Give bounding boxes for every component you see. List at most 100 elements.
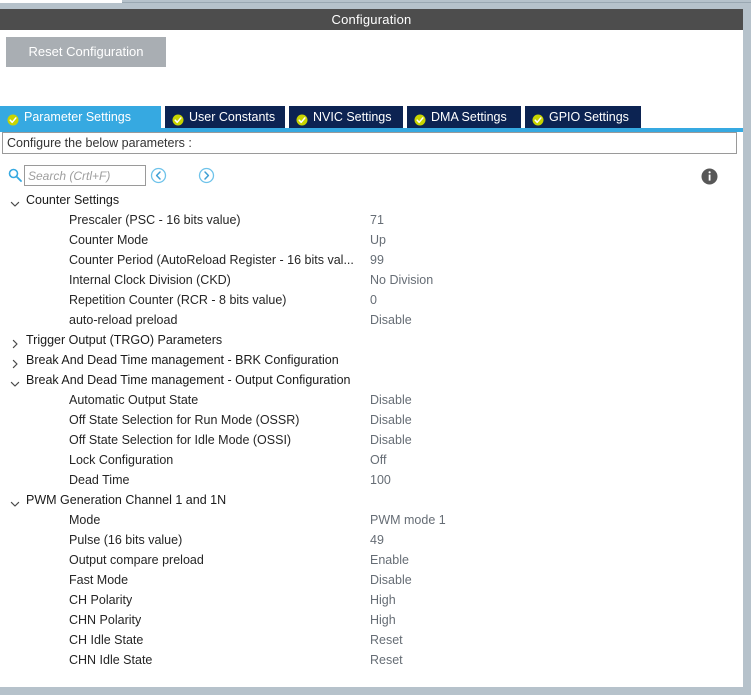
- chevron-right-icon[interactable]: [10, 355, 20, 369]
- tab-label: User Constants: [189, 110, 276, 124]
- parameter-label: Internal Clock Division (CKD): [69, 273, 231, 287]
- parameter-row[interactable]: Internal Clock Division (CKD) No Division: [0, 270, 743, 290]
- check-circle-icon: [414, 111, 426, 126]
- top-strip-divider: [122, 2, 751, 3]
- parameter-value[interactable]: 99: [370, 250, 384, 270]
- parameter-label: Off State Selection for Run Mode (OSSR): [69, 413, 300, 427]
- tree-group-label: Break And Dead Time management - BRK Con…: [26, 353, 339, 367]
- tab-label: DMA Settings: [431, 110, 507, 124]
- tab-label: NVIC Settings: [313, 110, 392, 124]
- window-bottom-border: [0, 687, 751, 695]
- parameter-value[interactable]: 0: [370, 290, 377, 310]
- parameter-tree: Counter Settings Prescaler (PSC - 16 bits…: [0, 190, 743, 690]
- parameter-value[interactable]: Off: [370, 450, 386, 470]
- check-circle-icon: [7, 111, 19, 126]
- parameter-value[interactable]: 71: [370, 210, 384, 230]
- parameter-value[interactable]: PWM mode 1: [370, 510, 446, 530]
- tree-group-label: PWM Generation Channel 1 and 1N: [26, 493, 227, 507]
- window-title: Configuration: [0, 9, 743, 30]
- tab-label: Parameter Settings: [24, 110, 131, 124]
- parameter-value[interactable]: Up: [370, 230, 386, 250]
- parameter-row[interactable]: CHN Polarity High: [0, 610, 743, 630]
- check-circle-icon: [532, 111, 544, 126]
- parameter-label: Prescaler (PSC - 16 bits value): [69, 213, 241, 227]
- window-right-border: [743, 9, 751, 695]
- parameter-value[interactable]: Disable: [370, 310, 412, 330]
- tab-user-constants[interactable]: User Constants: [165, 106, 287, 128]
- check-circle-icon: [296, 111, 308, 126]
- tree-group-break-and-dead-time-management-brk-configuration[interactable]: Break And Dead Time management - BRK Con…: [0, 350, 743, 370]
- parameter-row[interactable]: Counter Mode Up: [0, 230, 743, 250]
- configure-hint: Configure the below parameters :: [2, 132, 737, 154]
- parameter-label: CHN Idle State: [69, 653, 153, 667]
- parameter-row[interactable]: Dead Time 100: [0, 470, 743, 490]
- parameter-value[interactable]: Disable: [370, 410, 412, 430]
- parameter-row[interactable]: auto-reload preload Disable: [0, 310, 743, 330]
- parameter-value[interactable]: Enable: [370, 550, 409, 570]
- chevron-down-icon[interactable]: [10, 375, 20, 387]
- tree-group-label: Break And Dead Time management - Output …: [26, 373, 351, 387]
- tree-group-trigger-output-trgo-parameters[interactable]: Trigger Output (TRGO) Parameters: [0, 330, 743, 350]
- parameter-row[interactable]: Output compare preload Enable: [0, 550, 743, 570]
- parameter-value[interactable]: 100: [370, 470, 391, 490]
- parameter-label: CHN Polarity: [69, 613, 142, 627]
- tab-dma-settings[interactable]: DMA Settings: [407, 106, 523, 128]
- search-next-button[interactable]: [198, 167, 215, 184]
- parameter-row[interactable]: Lock Configuration Off: [0, 450, 743, 470]
- parameter-value[interactable]: Disable: [370, 570, 412, 590]
- parameter-label: auto-reload preload: [69, 313, 178, 327]
- tab-nvic-settings[interactable]: NVIC Settings: [289, 106, 405, 128]
- parameter-row[interactable]: Counter Period (AutoReload Register - 16…: [0, 250, 743, 270]
- parameter-label: Automatic Output State: [69, 393, 199, 407]
- parameter-value[interactable]: High: [370, 590, 396, 610]
- parameter-row[interactable]: Automatic Output State Disable: [0, 390, 743, 410]
- tab-label: GPIO Settings: [549, 110, 629, 124]
- tab-bar: Parameter Settings User Constants NVIC Set…: [0, 106, 743, 128]
- parameter-row[interactable]: Mode PWM mode 1: [0, 510, 743, 530]
- tree-group-counter-settings[interactable]: Counter Settings: [0, 190, 743, 210]
- parameter-value[interactable]: 49: [370, 530, 384, 550]
- parameter-row[interactable]: CHN Idle State Reset: [0, 650, 743, 670]
- tree-group-label: Counter Settings: [26, 193, 120, 207]
- parameter-row[interactable]: Off State Selection for Idle Mode (OSSI)…: [0, 430, 743, 450]
- parameter-value[interactable]: No Division: [370, 270, 433, 290]
- configuration-window: Configuration Reset Configuration Parame…: [0, 0, 751, 695]
- parameter-label: Pulse (16 bits value): [69, 533, 183, 547]
- chevron-right-icon[interactable]: [10, 335, 20, 349]
- reset-configuration-button[interactable]: Reset Configuration: [6, 37, 166, 67]
- parameter-label: CH Idle State: [69, 633, 144, 647]
- parameter-row[interactable]: CH Polarity High: [0, 590, 743, 610]
- top-strip-highlight: [0, 0, 122, 3]
- parameter-label: Lock Configuration: [69, 453, 174, 467]
- parameter-row[interactable]: CH Idle State Reset: [0, 630, 743, 650]
- parameter-value[interactable]: Reset: [370, 630, 403, 650]
- tab-gpio-settings[interactable]: GPIO Settings: [525, 106, 643, 128]
- parameter-row[interactable]: Off State Selection for Run Mode (OSSR) D…: [0, 410, 743, 430]
- parameter-value[interactable]: High: [370, 610, 396, 630]
- parameter-label: Mode: [69, 513, 101, 527]
- info-icon[interactable]: [701, 168, 718, 185]
- search-prev-button[interactable]: [150, 167, 167, 184]
- parameter-row[interactable]: Pulse (16 bits value) 49: [0, 530, 743, 550]
- parameter-row[interactable]: Prescaler (PSC - 16 bits value) 71: [0, 210, 743, 230]
- chevron-down-icon[interactable]: [10, 495, 20, 507]
- configuration-panel: Reset Configuration Parameter Settings Us…: [0, 30, 743, 695]
- parameter-label: Counter Period (AutoReload Register - 16…: [69, 253, 354, 267]
- parameter-value[interactable]: Disable: [370, 430, 412, 450]
- parameter-row[interactable]: Fast Mode Disable: [0, 570, 743, 590]
- search-icon: [8, 168, 22, 182]
- tree-group-pwm-generation-channel-1-and-1n[interactable]: PWM Generation Channel 1 and 1N: [0, 490, 743, 510]
- check-circle-icon: [172, 111, 184, 126]
- parameter-value[interactable]: Disable: [370, 390, 412, 410]
- parameter-value[interactable]: Reset: [370, 650, 403, 670]
- chevron-down-icon[interactable]: [10, 195, 20, 207]
- parameter-label: Repetition Counter (RCR - 8 bits value): [69, 293, 287, 307]
- parameter-label: Counter Mode: [69, 233, 149, 247]
- search-input[interactable]: [24, 165, 146, 186]
- tab-parameter-settings[interactable]: Parameter Settings: [0, 106, 163, 128]
- tree-group-break-and-dead-time-management-output-configuration[interactable]: Break And Dead Time management - Output …: [0, 370, 743, 390]
- parameter-label: Dead Time: [69, 473, 130, 487]
- parameter-row[interactable]: Repetition Counter (RCR - 8 bits value) 0: [0, 290, 743, 310]
- parameter-label: CH Polarity: [69, 593, 133, 607]
- parameter-label: Off State Selection for Idle Mode (OSSI): [69, 433, 292, 447]
